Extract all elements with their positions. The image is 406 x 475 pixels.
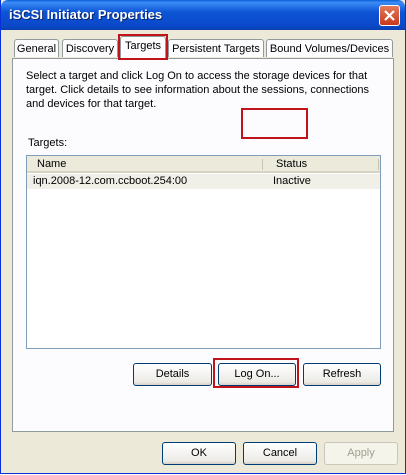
log-on-button[interactable]: Log On... — [218, 363, 296, 386]
targets-list-label: Targets: — [28, 137, 68, 149]
ok-button[interactable]: OK — [162, 442, 236, 465]
details-button[interactable]: Details — [133, 363, 212, 386]
targets-list-header: Name Status — [27, 156, 380, 173]
target-name-cell: iqn.2008-12.com.ccboot.254:00 — [33, 175, 188, 187]
column-separator[interactable] — [378, 159, 379, 170]
column-header-status[interactable]: Status — [276, 158, 307, 170]
tab-general[interactable]: General — [14, 39, 59, 57]
window-title: iSCSI Initiator Properties — [9, 7, 163, 22]
targets-panel: Select a target and click Log On to acce… — [12, 58, 394, 432]
close-icon — [384, 10, 395, 21]
tab-bound-volumes[interactable]: Bound Volumes/Devices — [266, 39, 393, 57]
column-header-name[interactable]: Name — [37, 158, 66, 170]
targets-list[interactable]: Name Status iqn.2008-12.com.ccboot.254:0… — [26, 155, 381, 349]
targets-description: Select a target and click Log On to acce… — [26, 70, 370, 110]
target-status-cell: Inactive — [273, 175, 311, 187]
table-row[interactable]: iqn.2008-12.com.ccboot.254:00 Inactive — [27, 174, 380, 189]
refresh-button[interactable]: Refresh — [303, 363, 381, 386]
title-bar[interactable]: iSCSI Initiator Properties — [1, 0, 405, 30]
apply-button: Apply — [324, 442, 398, 465]
iscsi-properties-dialog: iSCSI Initiator Properties General Disco… — [0, 0, 406, 474]
column-separator[interactable] — [262, 159, 263, 170]
cancel-button[interactable]: Cancel — [243, 442, 317, 465]
tab-persistent-targets[interactable]: Persistent Targets — [168, 39, 264, 57]
close-button[interactable] — [379, 5, 400, 26]
tab-targets[interactable]: Targets — [120, 36, 166, 59]
tab-discovery[interactable]: Discovery — [62, 39, 118, 57]
